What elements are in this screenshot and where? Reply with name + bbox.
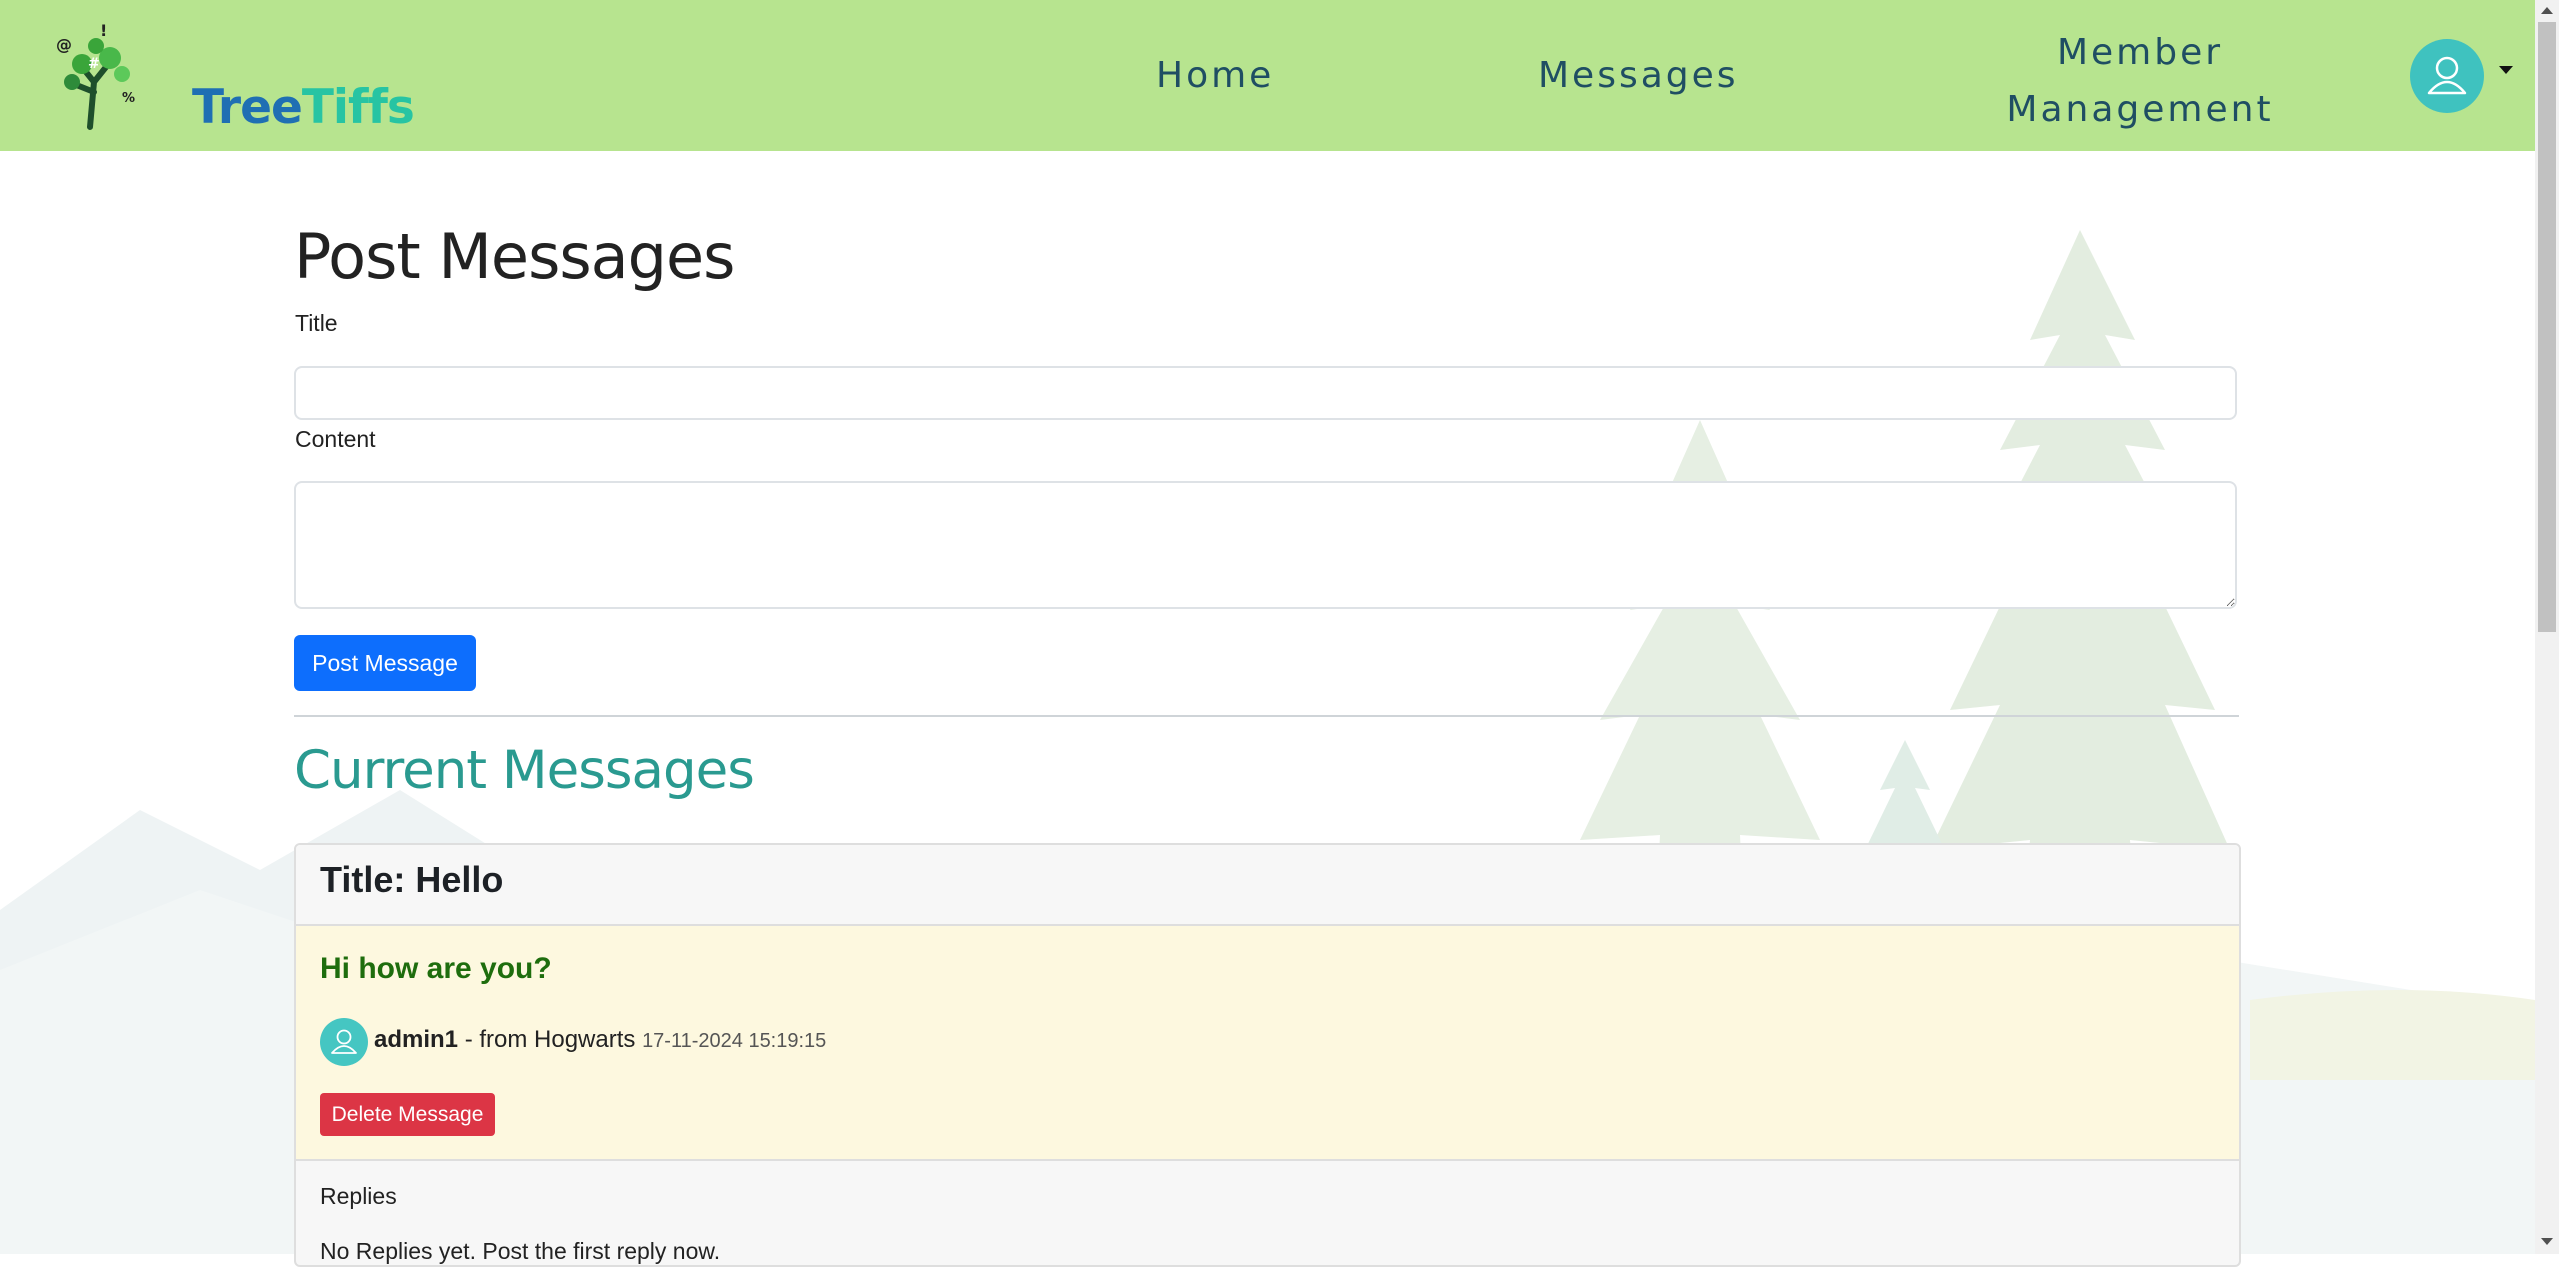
svg-text:#: # (88, 56, 100, 72)
post-messages-heading: Post Messages (294, 220, 735, 293)
section-divider (294, 715, 2239, 717)
svg-text:%: % (122, 91, 135, 106)
message-content: Hi how are you? (320, 952, 552, 985)
message-author: admin1 (374, 1026, 459, 1053)
title-label: Title (295, 310, 338, 336)
nav-messages-link[interactable]: Messages (1538, 55, 1739, 96)
content-label: Content (295, 426, 376, 452)
replies-empty-text: No Replies yet. Post the first reply now… (320, 1238, 721, 1264)
user-icon (2427, 56, 2467, 95)
user-icon (331, 1029, 357, 1054)
site-logo[interactable]: @ ! # % TreeTiffs (52, 21, 415, 135)
scroll-down-arrow-icon[interactable] (2541, 1238, 2553, 1245)
message-card: Title: Hello Hi how are you? admin1 - fr… (294, 843, 2241, 1267)
content-textarea[interactable] (294, 481, 2237, 609)
author-avatar (320, 1018, 368, 1066)
post-message-button[interactable]: Post Message (294, 635, 476, 691)
page-scrollbar[interactable] (2535, 0, 2559, 1254)
title-input[interactable] (294, 366, 2237, 420)
profile-menu-button[interactable] (2410, 39, 2484, 113)
top-navbar: @ ! # % TreeTiffs Home Messages Member M… (0, 0, 2535, 151)
svg-text:@: @ (56, 35, 72, 54)
scroll-up-arrow-icon[interactable] (2541, 7, 2553, 14)
chevron-down-icon[interactable] (2499, 66, 2513, 74)
message-meta: admin1 - from Hogwarts 17-11-2024 15:19:… (374, 1026, 826, 1054)
tree-logo-icon: @ ! # % (56, 21, 135, 130)
message-card-header: Title: Hello (296, 845, 2239, 926)
message-timestamp: 17-11-2024 15:19:15 (642, 1030, 827, 1052)
message-card-body: Hi how are you? admin1 - from Hogwarts 1… (296, 926, 2239, 1161)
nav-member-management-link[interactable]: Member Management (1990, 24, 2290, 138)
nav-member-management-line2: Management (2006, 89, 2274, 130)
nav-home-link[interactable]: Home (1156, 55, 1274, 96)
message-title: Title: Hello (320, 859, 504, 900)
current-messages-heading: Current Messages (294, 740, 755, 801)
nav-member-management-line1: Member (2056, 32, 2224, 73)
scrollbar-thumb[interactable] (2538, 22, 2556, 632)
message-origin: - from Hogwarts (458, 1026, 643, 1053)
svg-text:!: ! (100, 22, 107, 40)
delete-message-button[interactable]: Delete Message (320, 1093, 495, 1136)
logo-wordmark: TreeTiffs (192, 80, 415, 135)
replies-label: Replies (320, 1183, 397, 1209)
